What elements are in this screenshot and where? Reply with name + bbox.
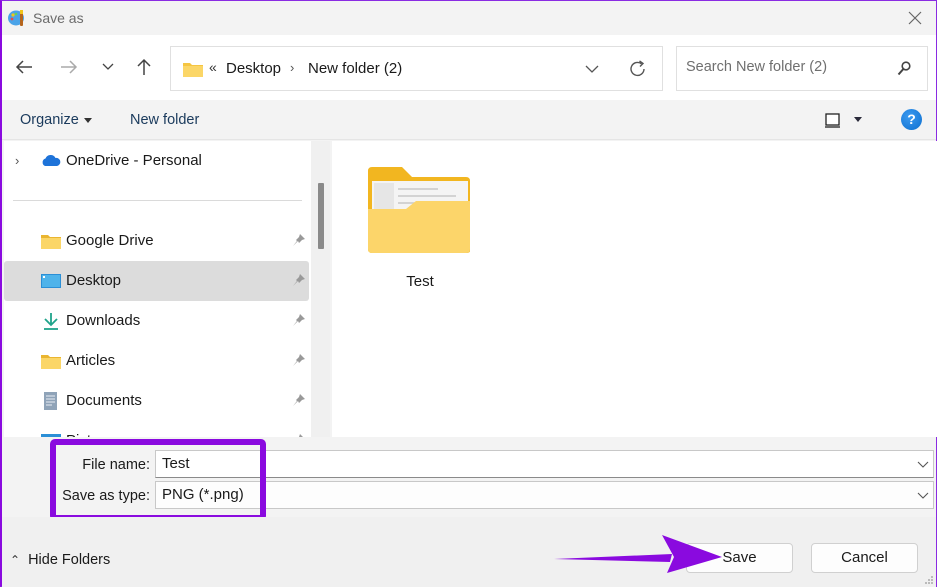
search-icon[interactable] [897, 61, 911, 77]
organize-button[interactable]: Organize [20, 112, 92, 128]
folder-icon [368, 167, 470, 253]
cancel-button[interactable]: Cancel [811, 543, 918, 573]
chevron-up-icon: ⌃ [10, 553, 21, 567]
arrow-up-icon [137, 58, 151, 75]
pin-icon[interactable] [292, 393, 306, 407]
save-fields: File name: Save as type: PNG (*.png) [2, 437, 936, 517]
breadcrumb-desktop[interactable]: Desktop [226, 60, 281, 77]
navigation-pane: › OneDrive - Personal Google Drive Deskt… [4, 141, 311, 437]
paint-palette-icon [8, 10, 24, 26]
chevron-down-icon [102, 63, 114, 70]
sidebar-item-label: Desktop [66, 272, 122, 289]
scrollbar-thumb[interactable] [318, 183, 324, 249]
sidebar-item-downloads[interactable]: Downloads [4, 301, 309, 341]
breadcrumb-new-folder-2[interactable]: New folder (2) [308, 60, 402, 77]
arrow-left-icon [15, 60, 32, 74]
pin-icon[interactable] [292, 273, 306, 287]
chevron-right-icon[interactable]: › [15, 153, 19, 168]
folder-icon [41, 235, 61, 249]
organize-label: Organize [20, 112, 79, 128]
chevron-down-icon[interactable] [917, 459, 929, 469]
save-as-type-select[interactable]: PNG (*.png) [155, 481, 934, 509]
dialog-footer: ⌃ Hide Folders Save Cancel [2, 517, 936, 587]
forward-button[interactable] [57, 55, 81, 79]
pin-icon[interactable] [292, 313, 306, 327]
sidebar-item-onedrive[interactable]: › OneDrive - Personal [4, 141, 309, 181]
new-folder-button[interactable]: New folder [130, 112, 199, 128]
sidebar-item-label: Downloads [66, 312, 141, 329]
sidebar-item-label: Google Drive [66, 232, 154, 249]
save-button[interactable]: Save [686, 543, 793, 573]
resize-grip-icon[interactable] [924, 575, 934, 585]
folder-icon [183, 63, 203, 77]
sidebar-item-label: OneDrive - Personal [66, 152, 202, 169]
sidebar-divider [13, 200, 302, 201]
file-name-input[interactable] [162, 455, 862, 472]
file-list: Test [332, 141, 937, 437]
sidebar-item-label: Articles [66, 352, 116, 369]
search-box[interactable] [676, 46, 928, 91]
pin-icon[interactable] [292, 233, 306, 247]
help-button[interactable]: ? [901, 109, 922, 130]
sidebar-item-documents[interactable]: Documents [4, 381, 309, 421]
chevron-down-icon[interactable] [581, 59, 603, 79]
address-bar[interactable]: « Desktop › New folder (2) [170, 46, 663, 91]
back-button[interactable] [12, 55, 36, 79]
refresh-icon[interactable] [627, 58, 649, 80]
hide-folders-button[interactable]: ⌃ Hide Folders [10, 552, 110, 568]
breadcrumb-separator[interactable]: › [290, 60, 294, 75]
folder-icon [41, 355, 61, 369]
sidebar-item-desktop[interactable]: Desktop [4, 261, 309, 301]
file-name-label: Test [406, 273, 434, 290]
file-name-label: File name: [82, 457, 150, 473]
view-pane-icon[interactable] [824, 111, 842, 129]
overflow-breadcrumb[interactable]: « [209, 59, 217, 75]
download-icon [44, 313, 58, 330]
command-bar: Organize New folder ? [2, 100, 936, 140]
window-title: Save as [33, 10, 84, 26]
file-name-combobox[interactable] [155, 450, 934, 478]
title-bar: Save as [2, 1, 936, 35]
save-as-dialog: Save as « Desktop › New folder (2) Searc… [0, 0, 937, 587]
pin-icon[interactable] [292, 353, 306, 367]
up-button[interactable] [132, 55, 156, 79]
chevron-down-icon[interactable] [917, 490, 929, 500]
hide-folders-label: Hide Folders [28, 552, 111, 568]
sidebar-item-label: Documents [66, 392, 142, 409]
documents-icon [44, 392, 57, 410]
close-icon[interactable] [904, 7, 926, 29]
navigation-bar: « Desktop › New folder (2) [2, 35, 936, 100]
sidebar-scrollbar[interactable] [311, 141, 330, 437]
search-input[interactable] [686, 59, 886, 75]
sidebar-item-pictures[interactable]: Pictures [4, 421, 309, 437]
recent-locations-button[interactable] [96, 55, 120, 79]
sidebar-item-google-drive[interactable]: Google Drive [4, 221, 309, 261]
save-as-type-label: Save as type: [62, 488, 150, 504]
file-item-folder[interactable]: Test [362, 161, 478, 301]
view-options-caret-icon[interactable] [854, 117, 862, 122]
sidebar-item-articles[interactable]: Articles [4, 341, 309, 381]
arrow-right-icon [61, 60, 78, 74]
save-as-type-value: PNG (*.png) [162, 486, 244, 503]
caret-down-icon [83, 117, 92, 123]
onedrive-cloud-icon [42, 155, 61, 166]
desktop-icon [41, 274, 61, 288]
